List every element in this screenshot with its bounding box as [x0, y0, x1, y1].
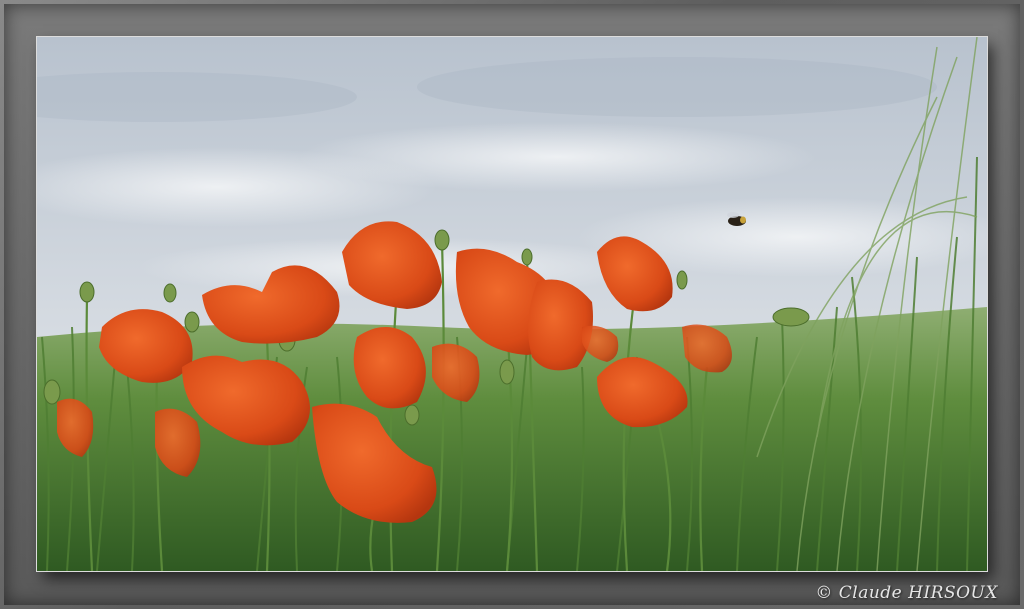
- photo-credit: © Claude HIRSOUX: [815, 583, 998, 603]
- photo-frame: © Claude HIRSOUX: [0, 0, 1024, 609]
- poppy-photo: [37, 37, 987, 571]
- poppy-10: [528, 279, 593, 371]
- poppy-scene: [37, 37, 987, 571]
